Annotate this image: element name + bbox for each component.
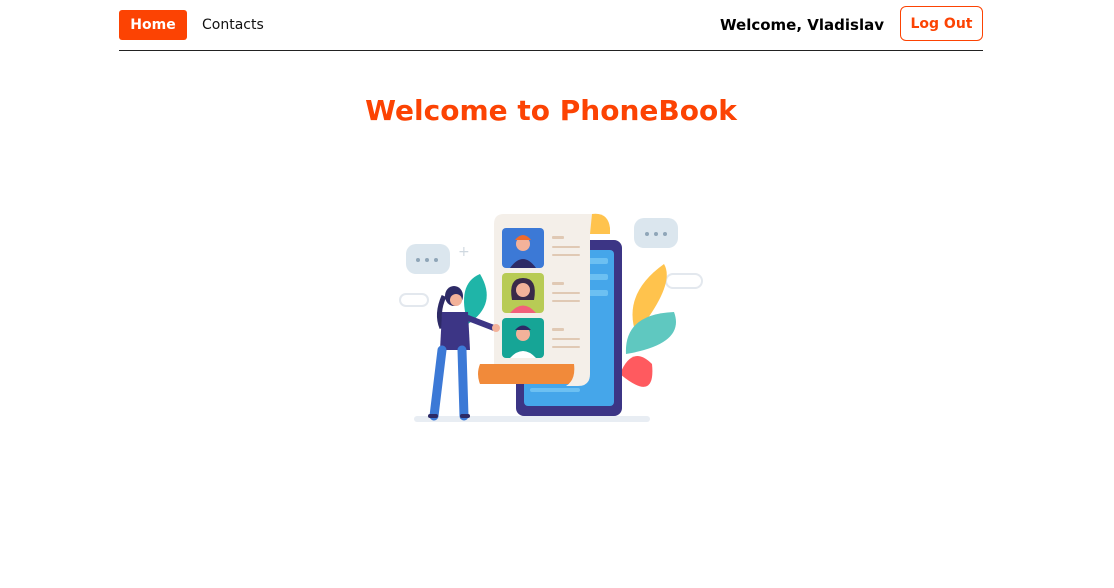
home-nav-button[interactable]: Home <box>119 10 187 40</box>
svg-text:+: + <box>458 244 470 260</box>
phonebook-illustration: + <box>399 213 703 422</box>
welcome-user-text: Welcome, Vladislav <box>720 16 884 34</box>
contacts-nav-link[interactable]: Contacts <box>202 10 264 40</box>
top-navigation: Home Contacts Welcome, Vladislav Log Out <box>119 0 983 51</box>
page-title: Welcome to PhoneBook <box>365 94 737 127</box>
logout-button[interactable]: Log Out <box>900 6 983 41</box>
